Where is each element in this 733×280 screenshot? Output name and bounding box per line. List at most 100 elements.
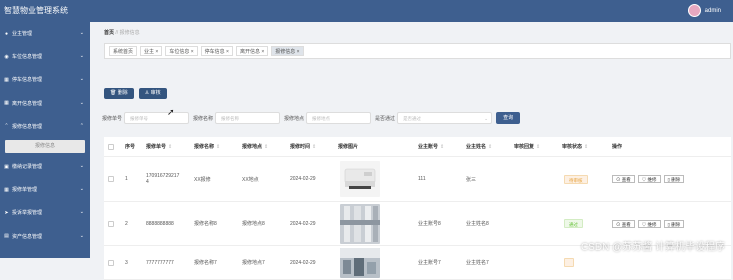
tab-home[interactable]: 系统首页	[109, 46, 138, 56]
sidebar-item-asset[interactable]: ▤ 资产信息管理 ⌄	[0, 225, 90, 248]
cell-image[interactable]	[340, 202, 380, 245]
header-label: 报修时间	[290, 144, 311, 150]
header-reply[interactable]: 审核回复 ⇕	[514, 137, 540, 156]
checkbox-box[interactable]	[108, 220, 114, 227]
breadcrumb-separator: //	[115, 30, 119, 36]
trash-icon: 🗑	[110, 90, 118, 96]
sort-icon[interactable]: ⇕	[536, 144, 540, 150]
cell-time: 2024-02-29	[290, 220, 316, 227]
search-bar: 报修单号 报修单号 报修名称 报修名称 报修地点 报修地点 是否通过 是否通过 ⌄…	[102, 112, 521, 124]
row-checkbox[interactable]	[108, 202, 114, 245]
view-button[interactable]: ⊙ 查看	[612, 175, 635, 183]
sidebar-item-repair-order[interactable]: ▦ 报修单管理 ⌄	[0, 178, 90, 201]
delete-row-button[interactable]: ▯ 删除	[663, 175, 685, 183]
cell-owner: 业主姓名8	[466, 221, 489, 227]
sort-icon[interactable]: ⇕	[440, 144, 444, 150]
order-no-line: 4	[146, 179, 149, 185]
cell-index: 1	[125, 176, 128, 182]
sidebar-item-label: 报修信息管理	[12, 123, 43, 130]
breadcrumb-home[interactable]: 首页	[104, 30, 114, 36]
order-no-input[interactable]: 报修单号	[124, 112, 190, 124]
sidebar-subitem-label[interactable]: 报修信息	[5, 139, 85, 153]
repair-button[interactable]: ♡ 维修	[637, 219, 661, 228]
avatar[interactable]	[687, 4, 701, 17]
status-badge: 待审核	[564, 174, 588, 184]
header-label: 业主姓名	[466, 144, 487, 150]
sidebar-item-repair[interactable]: ⌃ 报修信息管理 ⌃	[0, 115, 90, 138]
header-label: 报修单号	[146, 144, 167, 150]
sidebar-item-complaint[interactable]: ➤ 投诉举报管理 ⌄	[0, 201, 90, 224]
approved-select-placeholder: 是否通过	[403, 116, 422, 121]
select-all-checkbox[interactable]	[108, 137, 114, 156]
header-owner[interactable]: 业主姓名 ⇕	[466, 137, 492, 156]
checkbox-box[interactable]	[108, 143, 114, 150]
sort-icon[interactable]: ⇕	[168, 144, 172, 150]
approved-select[interactable]: 是否通过 ⌄	[397, 112, 493, 124]
chevron-down-icon: ⌄	[79, 209, 84, 216]
tab-parking-space[interactable]: 车位信息 ×	[165, 46, 198, 56]
mouse-cursor-icon: ➚	[167, 107, 175, 117]
sidebar-item-label: 报修单管理	[12, 187, 38, 194]
cell-image[interactable]	[340, 157, 380, 201]
header-status[interactable]: 审核状态 ⇕	[562, 137, 588, 156]
header-name[interactable]: 报修名称 ⇕	[194, 137, 220, 156]
sort-icon[interactable]: ⇕	[312, 144, 316, 150]
checkbox-box[interactable]	[108, 259, 114, 266]
sidebar-item-parking[interactable]: ▦ 停车信息管理 ⌄	[0, 68, 90, 91]
cell-time: 2024-02-29	[290, 259, 316, 266]
tab-owner[interactable]: 业主 ×	[140, 46, 163, 56]
cell-account: 业主账号7	[418, 260, 441, 266]
chevron-down-icon: ⌄	[79, 99, 84, 106]
sort-icon[interactable]: ⇕	[216, 144, 220, 150]
cell-account: 111	[418, 176, 426, 182]
header-label: 报修地点	[242, 144, 263, 150]
cell-place: 报修地点8	[242, 221, 265, 227]
view-label: 查看	[621, 177, 631, 182]
view-button[interactable]: ⊙ 查看	[612, 219, 635, 228]
header-account[interactable]: 业主账号 ⇕	[418, 137, 444, 156]
tab-parking[interactable]: 停车信息 ×	[200, 46, 233, 56]
sort-icon[interactable]: ⇕	[488, 144, 492, 150]
row-checkbox[interactable]	[108, 246, 114, 279]
chevron-down-icon: ⌄	[79, 53, 84, 60]
query-button[interactable]: 查询	[496, 112, 521, 124]
grid-icon: ▦	[4, 100, 9, 107]
row-checkbox[interactable]	[108, 157, 114, 201]
tab-leave[interactable]: 离开信息 ×	[235, 46, 269, 56]
username[interactable]: admin	[705, 8, 721, 14]
sidebar-item-parking-space[interactable]: ◉ 车位信息管理 ⌄	[0, 45, 90, 68]
repair-button[interactable]: ♡ 维修	[637, 175, 661, 183]
cell-status	[564, 246, 574, 279]
header-label: 审核状态	[562, 144, 583, 150]
workshop-image[interactable]	[340, 247, 380, 278]
tab-repair-info[interactable]: 报修信息 ×	[271, 46, 304, 56]
repair-name-input[interactable]: 报修名称	[215, 112, 281, 124]
sidebar-item-payment[interactable]: ▣ 缴纳记录管理 ⌄	[0, 155, 90, 178]
sort-icon[interactable]: ⇕	[584, 144, 588, 150]
sidebar-item-owner[interactable]: ● 业主管理 ⌄	[0, 22, 90, 45]
main-content: 首页 // 报修信息 系统首页 业主 × 车位信息 × 停车信息 × 离开信息 …	[90, 22, 733, 280]
user-menu[interactable]: admin	[687, 4, 721, 17]
grid-icon: ▦	[4, 186, 9, 193]
checkbox-box[interactable]	[108, 176, 114, 182]
pipes-image[interactable]	[340, 203, 380, 244]
sidebar-item-leave[interactable]: ▦ 离开信息管理 ⌄	[0, 92, 90, 115]
sidebar-item-label: 投诉举报管理	[12, 210, 43, 217]
header-place[interactable]: 报修地点 ⇕	[242, 137, 268, 156]
sidebar-item-label: 车位信息管理	[12, 54, 43, 61]
delete-button[interactable]: 🗑 删除	[104, 88, 134, 99]
delete-row-button[interactable]: ▯ 删除	[663, 219, 685, 228]
sort-icon[interactable]: ⇕	[264, 144, 268, 150]
sidebar-subitem-repair-info[interactable]: 报修信息	[0, 138, 90, 155]
order-no-line: 170916729217	[146, 173, 180, 179]
printer-image[interactable]	[340, 161, 380, 197]
header-time[interactable]: 报修时间 ⇕	[290, 137, 316, 156]
cell-place: XX地点	[242, 176, 259, 183]
cell-owner: 业主姓名7	[466, 260, 489, 266]
repair-place-input[interactable]: 报修地点	[306, 112, 372, 124]
cell-image[interactable]	[340, 246, 380, 279]
top-bar: 智慧物业管理系统 admin	[0, 0, 733, 22]
audit-button[interactable]: ♙ 审核	[138, 88, 167, 99]
header-order-no[interactable]: 报修单号 ⇕	[146, 137, 172, 156]
sidebar-item-label: 缴纳记录管理	[12, 164, 43, 171]
